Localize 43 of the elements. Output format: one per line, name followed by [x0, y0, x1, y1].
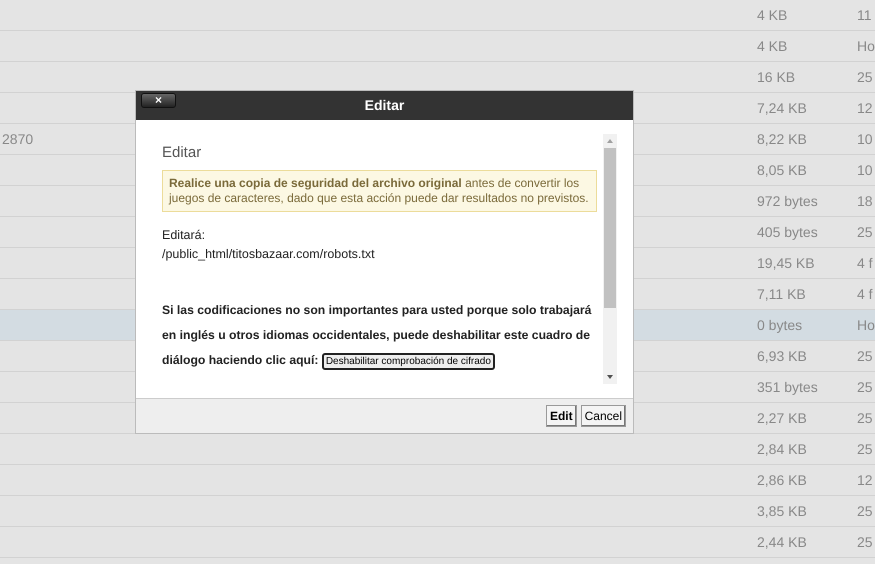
- file-path: /public_html/titosbazaar.com/robots.txt: [162, 246, 376, 263]
- file-size: 4 KB: [757, 38, 788, 54]
- file-date: 10: [857, 162, 873, 178]
- file-date: 12: [857, 100, 873, 116]
- file-size: 16 KB: [757, 68, 796, 84]
- file-date: 25: [857, 348, 873, 364]
- file-size: 2,44 KB: [757, 534, 807, 550]
- file-date: 4 f: [857, 254, 873, 270]
- file-date: Ho: [857, 316, 875, 332]
- file-date: 25: [857, 378, 873, 394]
- file-size: 0 bytes: [757, 316, 802, 332]
- file-date: 25: [857, 68, 873, 84]
- file-date: 25: [857, 502, 873, 518]
- file-size: 8,05 KB: [757, 162, 807, 178]
- file-date: 4 f: [857, 286, 873, 302]
- file-size: 2,27 KB: [757, 410, 807, 426]
- file-date: 25: [857, 410, 873, 426]
- file-date: 11: [857, 6, 872, 22]
- file-size: 2,86 KB: [757, 472, 807, 488]
- file-size: 6,93 KB: [757, 348, 807, 364]
- table-cell: 2870: [2, 130, 34, 146]
- file-date: 25: [857, 440, 873, 456]
- file-size: 7,24 KB: [757, 100, 807, 116]
- file-size: 4 KB: [757, 6, 788, 22]
- info-text: diálogo haciendo clic aquí:: [162, 352, 318, 366]
- file-size: 351 bytes: [757, 378, 818, 394]
- file-size: 3,85 KB: [757, 502, 807, 518]
- file-date: 12: [857, 472, 873, 488]
- warning-message: Realice una copia de seguridad del archivo original antes de convertir los juegos de caracteres, dado que esta acción puede dar resultados no previstos.: [162, 170, 597, 212]
- file-size: 19,45 KB: [757, 254, 815, 270]
- dialog-heading: Editar: [162, 144, 202, 162]
- file-date: 18: [857, 192, 873, 208]
- file-date: Ho: [857, 38, 875, 54]
- file-size: 8,22 KB: [757, 130, 807, 146]
- file-size: 972 bytes: [757, 192, 818, 208]
- file-size: 7,11 KB: [757, 286, 806, 302]
- file-date: 25: [857, 534, 873, 550]
- file-size: 2,84 KB: [757, 440, 807, 456]
- dialog-title: Editar: [364, 96, 404, 115]
- file-size: 405 bytes: [757, 224, 818, 240]
- editing-label: Editará:: [162, 227, 206, 244]
- file-date: 10: [857, 130, 873, 146]
- file-date: 25: [857, 224, 873, 240]
